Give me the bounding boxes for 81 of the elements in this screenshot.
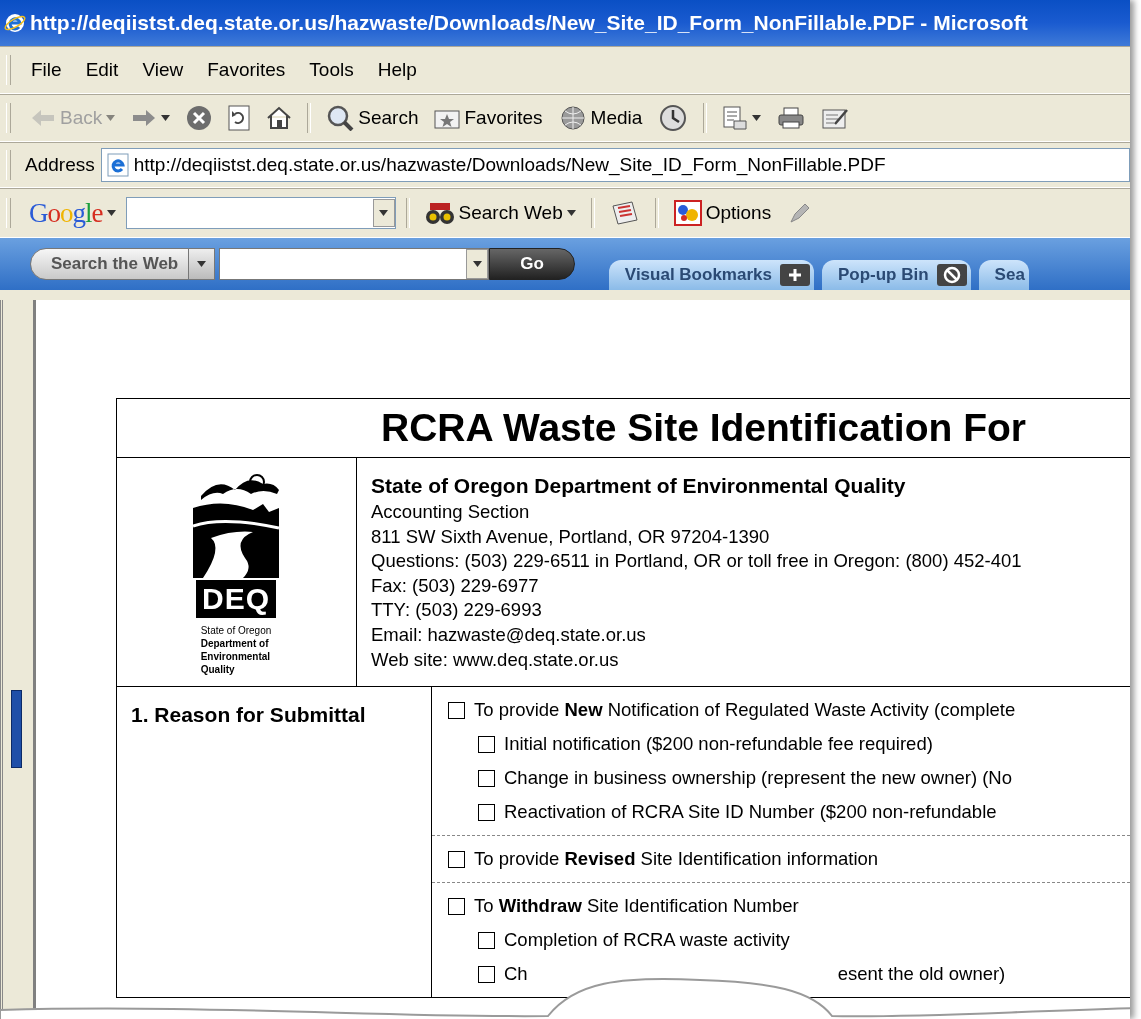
logo-caption: Environmental	[200, 650, 272, 663]
contact-line: Web site: www.deq.state.or.us	[371, 647, 620, 672]
search-button[interactable]: Search	[321, 101, 424, 135]
google-menu-button[interactable]: Google	[25, 197, 120, 229]
printer-icon	[777, 106, 806, 130]
option-label: Ch	[504, 963, 528, 985]
media-button[interactable]: Media	[553, 101, 648, 135]
option-label: Change in business ownership (represent the new owner) (No	[504, 767, 1012, 789]
section-heading: 1. Reason for Submittal	[131, 703, 366, 726]
toolbar-tab[interactable]: Visual Bookmarks	[608, 260, 814, 290]
browser-e-icon	[4, 12, 26, 34]
checkbox[interactable]	[478, 965, 495, 983]
splitter-handle[interactable]	[11, 690, 22, 768]
menu-item[interactable]: View	[130, 55, 196, 85]
newspaper-icon	[609, 200, 640, 226]
checkbox[interactable]	[448, 701, 465, 719]
window-title: http://deqiistst.deq.state.or.us/hazwaste/Downloads/New_Site_ID_Form_NonFillable.PDF - Microsoft	[30, 11, 1028, 35]
toolbar-tab[interactable]: Sea	[978, 260, 1029, 290]
search-web-button[interactable]: Search Web	[419, 196, 581, 230]
caret-icon	[472, 261, 482, 267]
option-label: Initial notification ($200 non-refundable fee required)	[504, 733, 933, 755]
color-dots-icon	[673, 200, 702, 226]
option-label: To provide Revised Site Identification information	[474, 848, 879, 870]
contact-line: 811 SW Sixth Avenue, Portland, OR 97204-1390	[371, 524, 771, 549]
address-label: Address	[25, 154, 95, 176]
binoculars-icon	[424, 200, 455, 226]
checkbox[interactable]	[448, 897, 465, 915]
refresh-icon	[228, 105, 251, 131]
form-title: RCRA Waste Site Identification For	[116, 398, 1130, 458]
contact-line: Questions: (503) 229-6511 in Portland, OR or toll free in Oregon: (800) 452-401	[371, 549, 1023, 574]
checkbox[interactable]	[448, 850, 465, 868]
option-label: To Withdraw Site Identification Number	[474, 895, 799, 917]
caret-icon	[566, 210, 576, 216]
option-label: To provide New Notification of Regulated Waste Activity (complete	[474, 699, 1016, 721]
page-icon	[722, 105, 749, 131]
organization-name: State of Oregon Department of Environmental Quality	[371, 473, 907, 499]
logo-caption: Quality	[200, 663, 236, 676]
options-button[interactable]: Options	[668, 196, 777, 230]
option-label: Reactivation of RCRA Site ID Number ($200 non-refundable	[504, 801, 997, 823]
logo-caption: Department of	[200, 637, 270, 650]
contact-line: Email: hazwaste@deq.state.or.us	[371, 622, 647, 647]
caret-icon	[106, 115, 116, 121]
checkbox[interactable]	[478, 769, 495, 787]
search-field[interactable]	[219, 248, 490, 280]
contact-line: Accounting Section	[371, 500, 531, 524]
search-field[interactable]	[125, 197, 396, 229]
favorites-button[interactable]: Favorites	[429, 103, 548, 133]
no-sign-icon	[936, 264, 967, 286]
stop-icon	[186, 105, 213, 131]
page-e-icon	[105, 153, 130, 177]
caret-icon	[197, 261, 207, 267]
dropdown-button[interactable]	[189, 248, 216, 280]
contact-line: Fax: (503) 229-6977	[371, 573, 540, 598]
home-icon	[266, 106, 293, 130]
caret-icon	[752, 115, 762, 121]
caret-icon	[161, 115, 171, 121]
search-icon	[326, 105, 355, 131]
menu-item[interactable]: Edit	[73, 55, 131, 85]
checkbox[interactable]	[478, 803, 495, 821]
menu-item[interactable]: Tools	[297, 55, 366, 85]
option-label: esent the old owner)	[837, 963, 1006, 985]
menu-item[interactable]: Favorites	[195, 55, 298, 85]
left-arrow-icon	[30, 108, 56, 128]
checkbox[interactable]	[478, 931, 495, 949]
notepad-icon	[821, 106, 850, 130]
plus-icon	[779, 264, 810, 286]
menu-item[interactable]: Help	[365, 55, 429, 85]
caret-icon	[379, 210, 388, 216]
address-field[interactable]: http://deqiistst.deq.state.or.us/hazwaste/Downloads/New_Site_ID_Form_NonFillable.PDF	[100, 148, 1130, 182]
caret-icon	[106, 210, 116, 216]
contact-line: TTY: (503) 229-6993	[371, 598, 543, 623]
clock-icon	[658, 104, 689, 132]
logo-wordmark: DEQ	[196, 580, 276, 618]
go-button[interactable]: Go	[489, 248, 575, 280]
search-menu-button[interactable]: Search the Web	[30, 248, 190, 280]
menu-item[interactable]: File	[19, 55, 74, 85]
toolbar-tab[interactable]: Pop-up Bin	[821, 260, 971, 290]
checkbox[interactable]	[478, 735, 495, 753]
option-label: Completion of RCRA waste activity	[504, 929, 790, 951]
globe-icon	[558, 105, 587, 131]
logo-caption: State of Oregon	[200, 624, 272, 637]
